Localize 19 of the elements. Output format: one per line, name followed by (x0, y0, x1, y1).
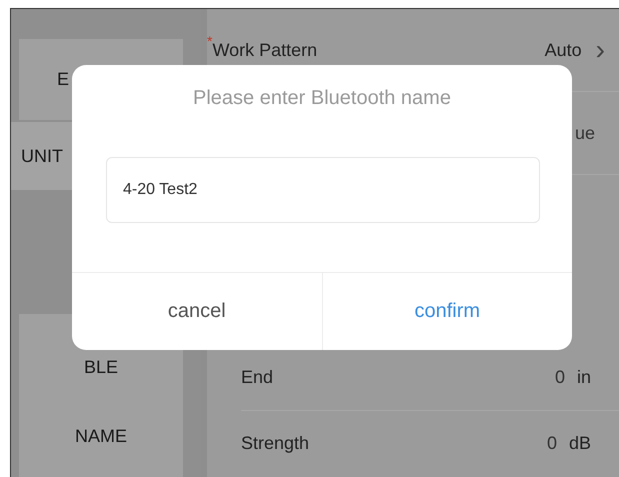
sidebar-item[interactable]: BLE (84, 356, 118, 378)
sidebar-item[interactable]: UNIT (21, 146, 63, 167)
sidebar-item[interactable]: NAME (74, 426, 127, 447)
name-input-field[interactable]: 4-20 Test2 (106, 157, 540, 223)
setting-value: 0 (554, 367, 565, 388)
setting-value: 0 (546, 433, 557, 454)
confirm-button[interactable]: confirm (322, 273, 572, 350)
setting-value: Auto (544, 40, 582, 60)
setting-label: End (241, 367, 274, 388)
required-mark: * (207, 33, 212, 49)
dialog-title: Please enter Bluetooth name (192, 87, 452, 111)
setting-label: Work Pattern (212, 40, 318, 60)
sidebar-item[interactable]: E (57, 69, 70, 90)
unit-label: dB (568, 433, 591, 454)
setting-label: Strength (241, 433, 310, 454)
unit-label: in (576, 367, 591, 388)
setting-value: ue (574, 122, 595, 144)
chevron-icon[interactable]: › (596, 34, 605, 66)
cancel-button[interactable]: cancel (72, 273, 322, 350)
